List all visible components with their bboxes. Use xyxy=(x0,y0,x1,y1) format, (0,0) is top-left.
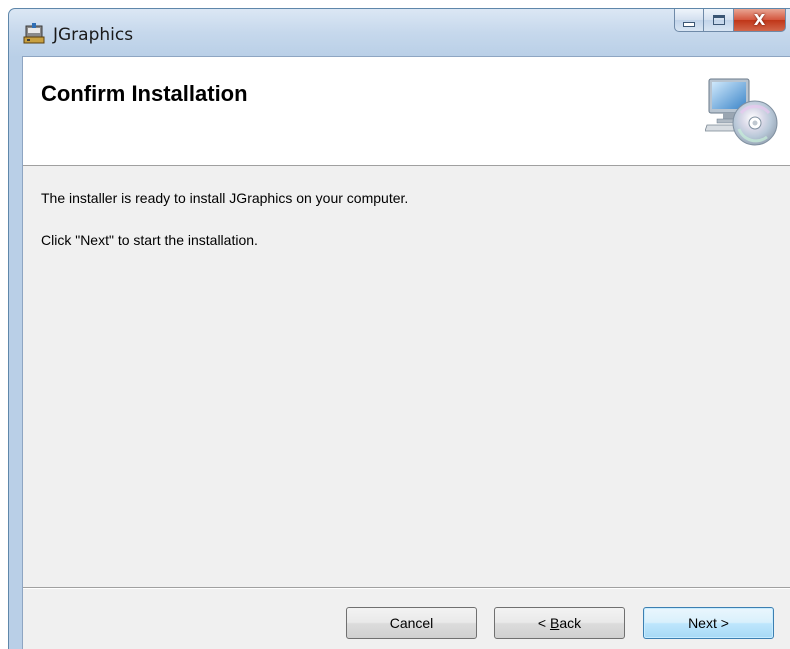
ready-message: The installer is ready to install JGraph… xyxy=(41,190,409,206)
instruction-message: Click "Next" to start the installation. xyxy=(41,232,258,248)
close-icon: X xyxy=(753,11,766,29)
cancel-button[interactable]: Cancel xyxy=(346,607,477,639)
minimize-icon xyxy=(683,21,695,27)
footer-divider xyxy=(23,587,790,589)
maximize-button[interactable] xyxy=(704,9,734,32)
header-band: Confirm Installation xyxy=(23,57,790,166)
close-button[interactable]: X xyxy=(734,9,786,32)
maximize-icon xyxy=(712,15,725,25)
back-button[interactable]: < Back xyxy=(494,607,625,639)
computer-disc-icon xyxy=(705,78,778,146)
back-button-rest: ack xyxy=(559,615,582,631)
minimize-button[interactable] xyxy=(674,9,704,32)
window-title: JGraphics xyxy=(53,25,134,45)
title-bar[interactable]: JGraphics X xyxy=(9,9,790,56)
installer-window: JGraphics X Confirm Installation The ins… xyxy=(8,8,790,649)
dialog-client-area: Confirm Installation The installer is re… xyxy=(22,56,790,649)
caption-buttons: X xyxy=(674,9,786,33)
page-title: Confirm Installation xyxy=(41,81,248,106)
back-button-prefix: < xyxy=(537,615,550,631)
installer-app-icon xyxy=(23,23,45,44)
next-button[interactable]: Next > xyxy=(643,607,774,639)
back-button-mnemonic: B xyxy=(549,615,560,631)
